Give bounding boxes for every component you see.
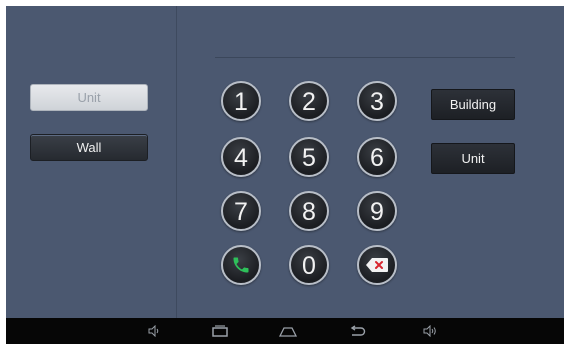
home-icon[interactable] [276,322,300,340]
key-9[interactable]: 9 [357,191,397,231]
phone-call-icon [233,257,249,273]
system-nav-bar [6,318,564,344]
key-7[interactable]: 7 [221,191,261,231]
call-button[interactable] [221,245,261,285]
volume-down-icon[interactable] [144,322,164,340]
delete-button[interactable] [357,245,397,285]
key-1[interactable]: 1 [221,81,261,121]
input-display-line [215,57,515,58]
key-5[interactable]: 5 [289,137,329,177]
unit-button[interactable]: Unit [431,143,515,174]
volume-up-icon[interactable] [420,322,440,340]
key-2[interactable]: 2 [289,81,329,121]
building-button[interactable]: Building [431,89,515,120]
recent-apps-icon[interactable] [209,322,231,340]
back-icon[interactable] [346,322,368,340]
key-4[interactable]: 4 [221,137,261,177]
backspace-icon [366,258,388,272]
intercom-screen: Unit Wall 1 2 3 4 5 6 7 8 9 0 Building U… [6,6,564,318]
key-6[interactable]: 6 [357,137,397,177]
key-3[interactable]: 3 [357,81,397,121]
left-panel: Unit Wall [6,6,177,318]
wall-mode-button[interactable]: Wall [30,134,148,161]
key-0[interactable]: 0 [289,245,329,285]
dialpad-panel: 1 2 3 4 5 6 7 8 9 0 Building Unit [177,6,564,318]
unit-mode-button[interactable]: Unit [30,84,148,111]
key-8[interactable]: 8 [289,191,329,231]
